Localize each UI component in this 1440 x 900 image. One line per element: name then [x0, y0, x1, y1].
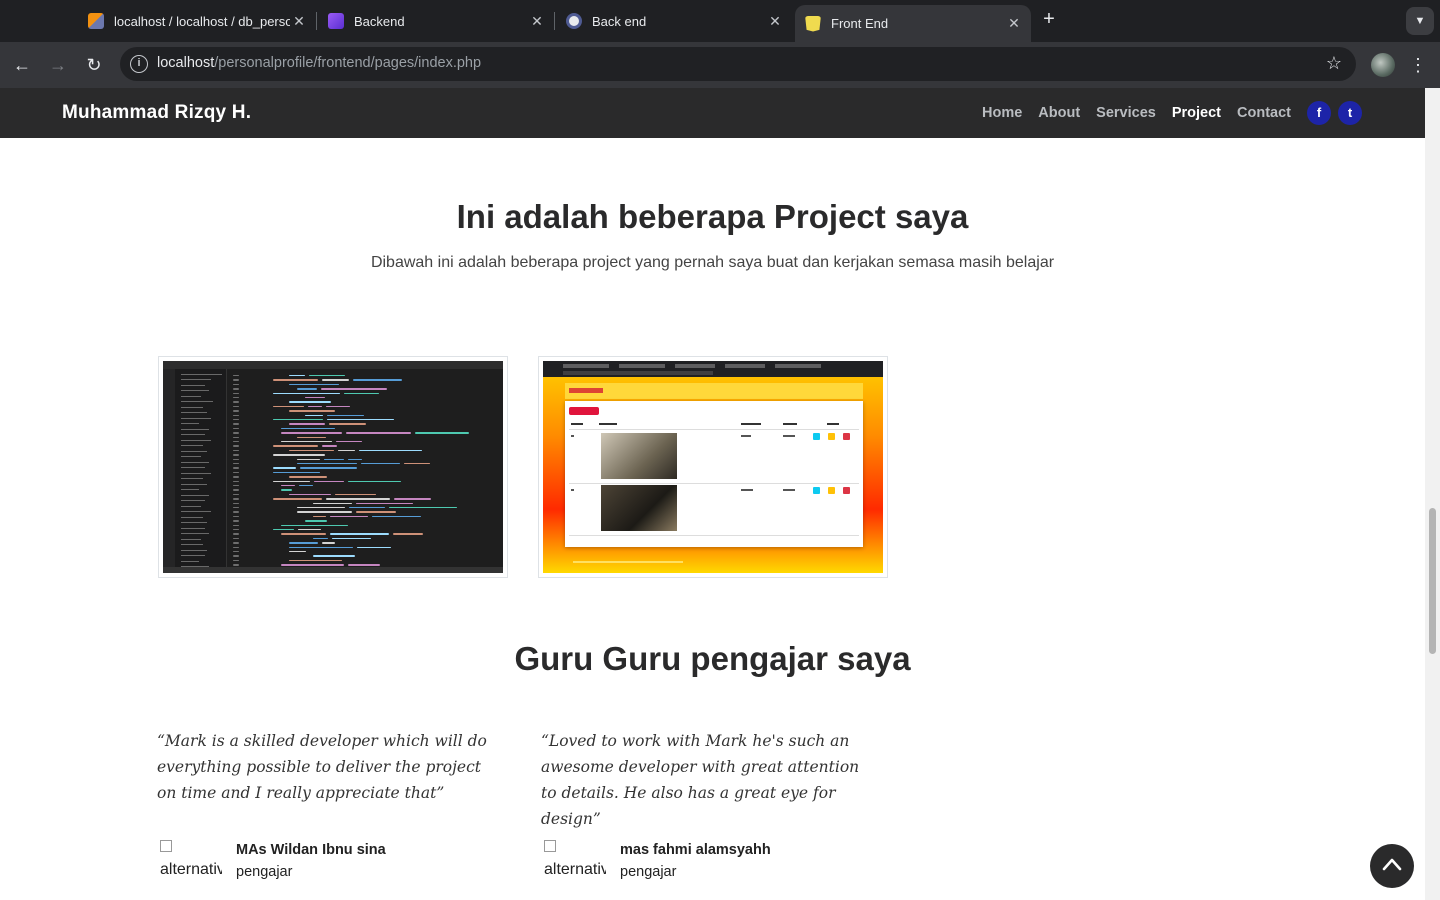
browser-tab-phpmyadmin[interactable]: localhost / localhost / db_personalprofi…: [88, 6, 308, 36]
project-card[interactable]: [538, 356, 888, 578]
page-scrollbar[interactable]: [1425, 88, 1440, 900]
back-arrow-icon[interactable]: ←: [10, 53, 34, 77]
close-tab-icon[interactable]: ✕: [766, 13, 784, 30]
chevron-up-icon: [1382, 858, 1402, 871]
close-tab-icon[interactable]: ✕: [290, 13, 308, 30]
project-card[interactable]: [158, 356, 508, 578]
browser-tab-backend[interactable]: Backend ✕: [328, 6, 546, 36]
tab-separator: [554, 12, 555, 30]
html5-icon: [805, 15, 821, 32]
phpmyadmin-icon: [88, 13, 104, 29]
web-page: Muhammad Rizqy H. Home About Services Pr…: [0, 88, 1440, 900]
php-crud-app-screenshot: [543, 361, 883, 573]
site-brand[interactable]: Muhammad Rizqy H.: [62, 102, 251, 124]
tab-title: Back end: [592, 13, 647, 29]
site-info-icon[interactable]: i: [130, 55, 148, 73]
testimonial-name: MAs Wildan Ibnu sina: [236, 842, 386, 858]
nav-services[interactable]: Services: [1096, 105, 1156, 121]
code-editor-screenshot: [163, 361, 503, 573]
url-text[interactable]: localhost/personalprofile/frontend/pages…: [157, 55, 481, 71]
close-tab-icon[interactable]: ✕: [528, 13, 546, 30]
broken-image-icon: [544, 839, 556, 852]
twitter-icon[interactable]: t: [1338, 101, 1362, 125]
url-host: localhost: [157, 55, 215, 71]
projects-title: Ini adalah beberapa Project saya: [456, 198, 969, 235]
page-scrollbar-thumb[interactable]: [1429, 508, 1436, 654]
site-header: Muhammad Rizqy H. Home About Services Pr…: [0, 88, 1425, 138]
nav-project[interactable]: Project: [1172, 105, 1221, 121]
tab-title: Backend: [354, 13, 405, 29]
tab-search-button[interactable]: ▼: [1406, 7, 1434, 35]
testimonial-role: pengajar: [236, 864, 293, 880]
new-tab-button[interactable]: +: [1038, 9, 1060, 31]
projects-subtitle: Dibawah ini adalah beberapa project yang…: [370, 254, 1055, 271]
teachers-title: Guru Guru pengajar saya: [514, 640, 911, 677]
broken-image-icon: [160, 839, 172, 852]
testimonial-quote: “Loved to work with Mark he's such an aw…: [541, 732, 860, 828]
address-bar[interactable]: i localhost/personalprofile/frontend/pag…: [120, 47, 1356, 81]
bookmark-star-icon[interactable]: ☆: [1326, 53, 1342, 74]
testimonial-quote: “Mark is a skilled developer which will …: [157, 732, 487, 802]
browser-tab-front-end[interactable]: Front End ✕: [795, 5, 1031, 42]
testimonial-avatar-broken-image: alternative: [544, 834, 606, 878]
tab-title: localhost / localhost / db_personalprofi…: [114, 13, 290, 29]
facebook-icon[interactable]: f: [1307, 101, 1331, 125]
nav-about[interactable]: About: [1038, 105, 1080, 121]
browser-tab-back-end[interactable]: Back end ✕: [566, 6, 784, 36]
profile-avatar[interactable]: [1371, 53, 1395, 77]
tab-title: Front End: [831, 16, 889, 31]
browser-toolbar: ← → ↻ i localhost/personalprofile/fronte…: [0, 42, 1440, 88]
site-nav: Home About Services Project Contact: [982, 105, 1291, 121]
browser-tab-strip: localhost / localhost / db_personalprofi…: [0, 0, 1440, 42]
testimonial-avatar-broken-image: alternative: [160, 834, 222, 878]
back-to-top-button[interactable]: [1370, 844, 1414, 888]
close-tab-icon[interactable]: ✕: [1005, 15, 1023, 32]
forward-arrow-icon[interactable]: →: [46, 53, 70, 77]
php-icon: [566, 13, 582, 29]
nav-contact[interactable]: Contact: [1237, 105, 1291, 121]
avatar-alt-text: alternative: [160, 861, 222, 878]
avatar-alt-text: alternative: [544, 861, 606, 878]
nav-home[interactable]: Home: [982, 105, 1022, 121]
testimonial-role: pengajar: [620, 864, 677, 880]
browser-menu-icon[interactable]: ⋮: [1408, 53, 1428, 77]
url-path: /personalprofile/frontend/pages/index.ph…: [214, 55, 482, 71]
tab-separator: [316, 12, 317, 30]
reload-icon[interactable]: ↻: [82, 53, 106, 77]
testimonial-name: mas fahmi alamsyahh: [620, 842, 771, 858]
bootstrap-icon: [328, 13, 344, 29]
